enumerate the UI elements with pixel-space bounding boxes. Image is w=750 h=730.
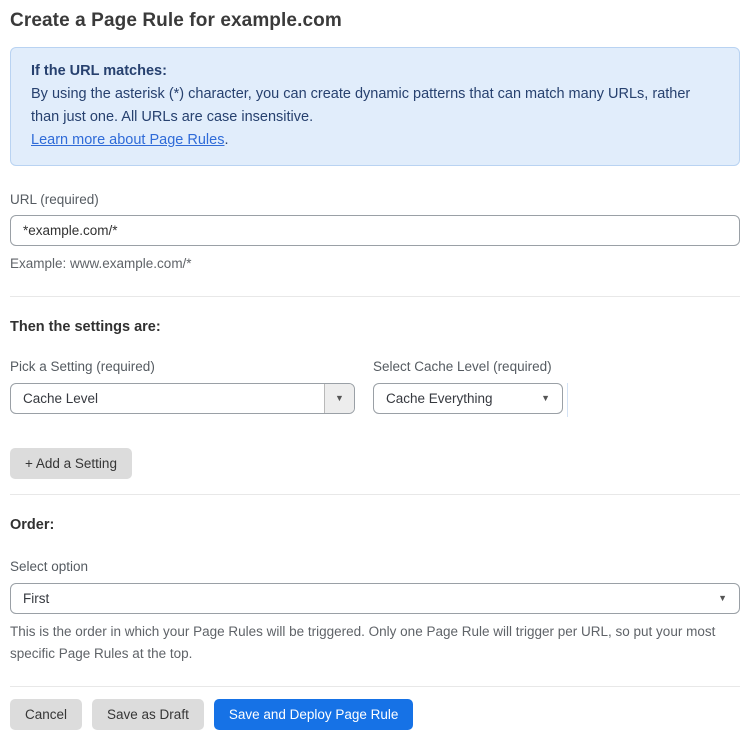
add-setting-button[interactable]: + Add a Setting xyxy=(10,448,132,479)
pick-setting-value: Cache Level xyxy=(23,391,99,406)
pick-setting-label: Pick a Setting (required) xyxy=(10,359,155,374)
divider xyxy=(10,296,740,297)
page-title: Create a Page Rule for example.com xyxy=(10,10,342,31)
select-arrow-button[interactable]: ▼ xyxy=(324,384,354,413)
cache-level-value: Cache Everything xyxy=(386,391,493,406)
page-rule-form: Create a Page Rule for example.com If th… xyxy=(0,0,750,730)
url-field-hint: Example: www.example.com/* xyxy=(10,256,192,271)
url-field-label: URL (required) xyxy=(10,192,99,207)
order-select-label: Select option xyxy=(10,559,89,574)
info-box-body: By using the asterisk (*) character, you… xyxy=(31,86,691,125)
info-box-heading: If the URL matches: xyxy=(31,63,167,79)
info-box-link-line: Learn more about Page Rules. xyxy=(31,129,719,152)
cache-level-column: Select Cache Level (required) Cache Ever… xyxy=(373,359,563,414)
divider xyxy=(10,494,740,495)
pick-setting-select[interactable]: Cache Level ▼ xyxy=(10,383,355,414)
url-match-info-box: If the URL matches: By using the asteris… xyxy=(10,47,740,166)
pick-setting-column: Pick a Setting (required) Cache Level ▼ xyxy=(10,359,355,414)
caret-down-icon: ▼ xyxy=(335,393,344,403)
learn-more-link[interactable]: Learn more about Page Rules xyxy=(31,132,224,148)
footer-actions: Cancel Save as Draft Save and Deploy Pag… xyxy=(10,699,740,730)
save-draft-button[interactable]: Save as Draft xyxy=(92,699,204,730)
order-select[interactable]: First ▼ xyxy=(10,583,740,614)
divider xyxy=(10,686,740,687)
cache-level-label: Select Cache Level (required) xyxy=(373,359,552,374)
url-input[interactable] xyxy=(10,215,740,246)
save-deploy-button[interactable]: Save and Deploy Page Rule xyxy=(213,699,414,730)
caret-down-icon: ▼ xyxy=(718,593,727,603)
order-section-heading: Order: xyxy=(10,517,55,533)
order-select-value: First xyxy=(23,591,50,606)
link-period: . xyxy=(224,132,229,148)
settings-section-heading: Then the settings are: xyxy=(10,319,161,335)
settings-divider-line xyxy=(567,383,568,417)
order-hint: This is the order in which your Page Rul… xyxy=(10,624,716,661)
cache-level-select[interactable]: Cache Everything ▼ xyxy=(373,383,563,414)
cancel-button[interactable]: Cancel xyxy=(10,699,83,730)
settings-row: Pick a Setting (required) Cache Level ▼ … xyxy=(10,359,740,417)
caret-down-icon: ▼ xyxy=(541,393,550,403)
